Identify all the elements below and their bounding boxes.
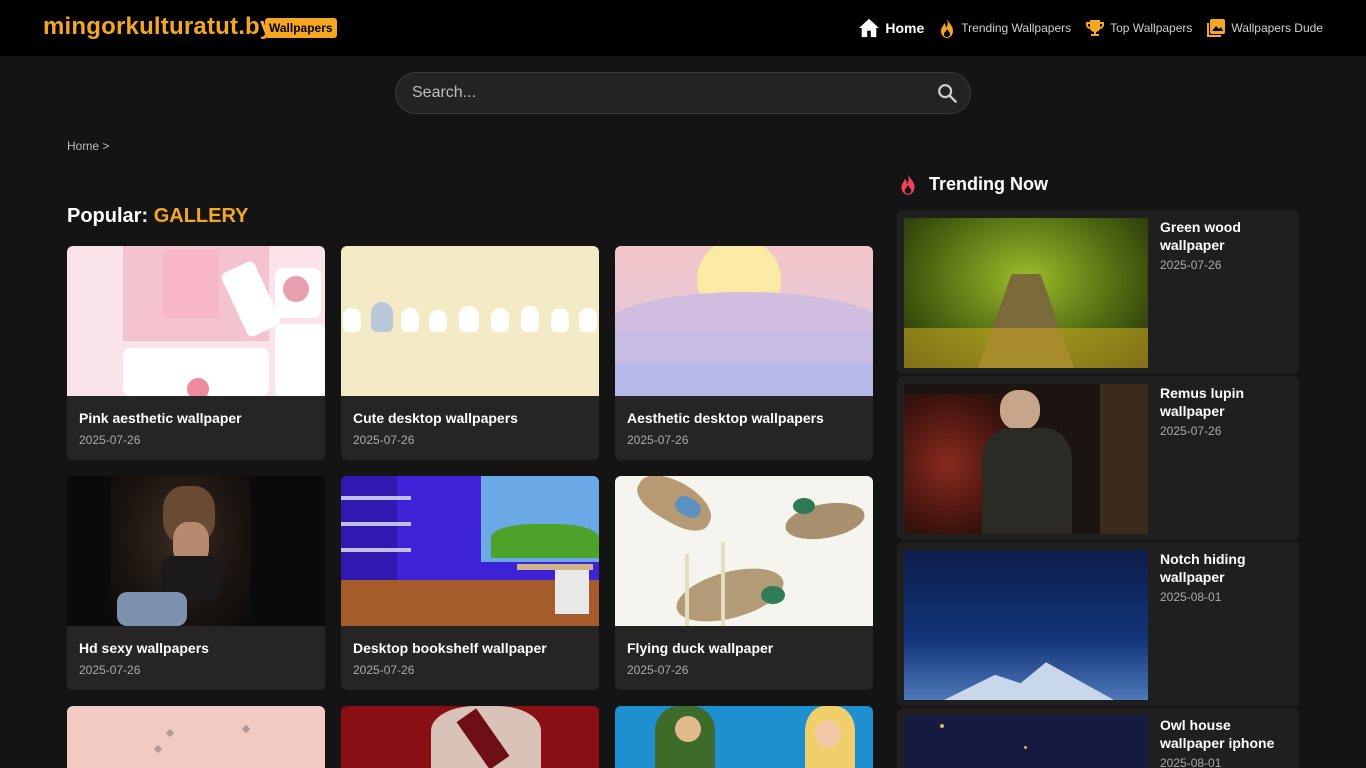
- nav-top-label: Top Wallpapers: [1110, 21, 1193, 35]
- trending-item-date: 2025-08-01: [1160, 756, 1222, 768]
- section-title: Popular: GALLERY: [67, 205, 249, 228]
- wallpaper-thumbnail[interactable]: [615, 476, 873, 626]
- wallpaper-thumbnail[interactable]: [67, 476, 325, 626]
- nav-trending-label: Trending Wallpapers: [961, 21, 1072, 35]
- trending-item-date: 2025-08-01: [1160, 590, 1222, 604]
- breadcrumb-home[interactable]: Home: [67, 139, 99, 153]
- gallery-icon: [1207, 19, 1226, 37]
- trending-item[interactable]: Notch hiding wallpaper 2025-08-01: [897, 542, 1299, 706]
- site-logo[interactable]: mingorkulturatut.by: [43, 13, 273, 41]
- nav-top[interactable]: Top Wallpapers: [1085, 18, 1192, 38]
- card-title[interactable]: Hd sexy wallpapers: [79, 640, 209, 656]
- trending-title: Trending Now: [929, 173, 1048, 194]
- trending-thumbnail[interactable]: [904, 384, 1148, 534]
- trending-item[interactable]: Owl house wallpaper iphone 2025-08-01: [897, 708, 1299, 768]
- nav-home[interactable]: Home: [858, 18, 924, 38]
- wallpaper-card[interactable]: Pink aesthetic wallpaper 2025-07-26: [67, 246, 325, 460]
- wallpaper-card[interactable]: Aesthetic desktop wallpapers 2025-07-26: [615, 246, 873, 460]
- wallpaper-card[interactable]: [67, 706, 325, 768]
- breadcrumb: Home >: [67, 139, 109, 153]
- trending-item-title[interactable]: Green wood wallpaper: [1160, 218, 1280, 254]
- wallpaper-thumbnail[interactable]: [341, 476, 599, 626]
- breadcrumb-separator: >: [102, 139, 110, 153]
- trending-item-date: 2025-07-26: [1160, 424, 1222, 438]
- wallpaper-thumbnail[interactable]: [615, 706, 873, 768]
- section-prefix: Popular:: [67, 205, 149, 227]
- card-date: 2025-07-26: [353, 663, 415, 677]
- wallpaper-card[interactable]: Cute desktop wallpapers 2025-07-26: [341, 246, 599, 460]
- card-date: 2025-07-26: [353, 433, 415, 447]
- trending-item[interactable]: Green wood wallpaper 2025-07-26: [897, 210, 1299, 374]
- nav-dude[interactable]: Wallpapers Dude: [1206, 18, 1323, 38]
- card-title[interactable]: Desktop bookshelf wallpaper: [353, 640, 547, 656]
- wallpaper-card[interactable]: [341, 706, 599, 768]
- card-title[interactable]: Flying duck wallpaper: [627, 640, 773, 656]
- main-nav: Home Trending Wallpapers Top Wallpapers …: [858, 0, 1323, 56]
- wallpaper-card[interactable]: Hd sexy wallpapers 2025-07-26: [67, 476, 325, 690]
- card-date: 2025-07-26: [627, 433, 689, 447]
- search-bar: [395, 72, 971, 114]
- trending-item-title[interactable]: Owl house wallpaper iphone: [1160, 716, 1280, 752]
- wallpaper-card[interactable]: Flying duck wallpaper 2025-07-26: [615, 476, 873, 690]
- trending-thumbnail[interactable]: [904, 550, 1148, 700]
- card-title[interactable]: Aesthetic desktop wallpapers: [627, 410, 824, 426]
- wallpaper-thumbnail[interactable]: [615, 246, 873, 396]
- search-icon[interactable]: [936, 82, 958, 104]
- trending-thumbnail[interactable]: [904, 218, 1148, 368]
- home-icon: [859, 18, 880, 38]
- trending-item-title[interactable]: Remus lupin wallpaper: [1160, 384, 1280, 420]
- card-date: 2025-07-26: [627, 663, 689, 677]
- card-title[interactable]: Pink aesthetic wallpaper: [79, 410, 242, 426]
- card-date: 2025-07-26: [79, 663, 141, 677]
- wallpaper-thumbnail[interactable]: [67, 706, 325, 768]
- wallpaper-card[interactable]: Desktop bookshelf wallpaper 2025-07-26: [341, 476, 599, 690]
- logo-badge: Wallpapers: [265, 18, 337, 38]
- card-title[interactable]: Cute desktop wallpapers: [353, 410, 518, 426]
- section-name: GALLERY: [153, 205, 249, 227]
- wallpaper-thumbnail[interactable]: [67, 246, 325, 396]
- wallpaper-thumbnail[interactable]: [341, 246, 599, 396]
- wallpaper-card[interactable]: [615, 706, 873, 768]
- trending-thumbnail[interactable]: [904, 716, 1148, 768]
- trending-item-title[interactable]: Notch hiding wallpaper: [1160, 550, 1280, 586]
- nav-home-label: Home: [885, 20, 925, 36]
- nav-trending[interactable]: Trending Wallpapers: [938, 17, 1071, 39]
- trending-heading: Trending Now: [897, 172, 1048, 196]
- card-date: 2025-07-26: [79, 433, 141, 447]
- wallpaper-thumbnail[interactable]: [341, 706, 599, 768]
- fire-icon: [941, 18, 954, 38]
- trending-item[interactable]: Remus lupin wallpaper 2025-07-26: [897, 376, 1299, 540]
- search-input[interactable]: [412, 73, 912, 113]
- fire-icon: [901, 173, 915, 195]
- trending-item-date: 2025-07-26: [1160, 258, 1222, 272]
- trophy-icon: [1086, 20, 1105, 36]
- top-bar: mingorkulturatut.by Wallpapers Home Tren…: [0, 0, 1366, 56]
- nav-dude-label: Wallpapers Dude: [1231, 21, 1323, 35]
